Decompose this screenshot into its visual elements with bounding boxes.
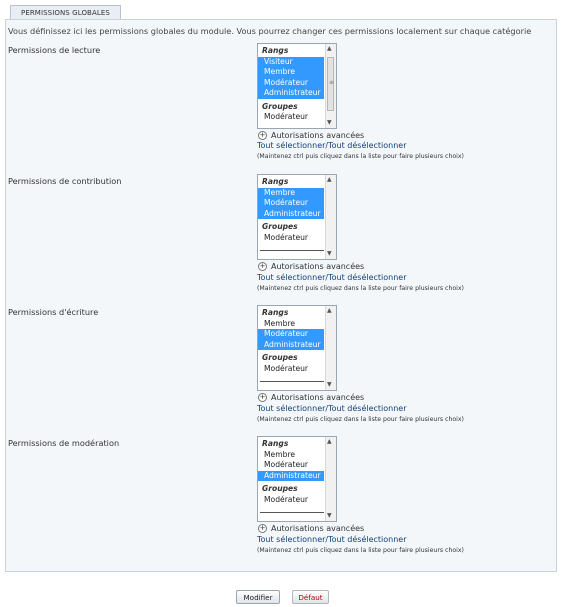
select-all-link[interactable]: Tout sélectionner/Tout désélectionner [257, 273, 407, 282]
fieldset-legend: PERMISSIONS GLOBALES [10, 5, 121, 20]
permissions-listbox[interactable]: Rangs Visiteur Membre Modérateur Administrat… [257, 43, 337, 129]
select-all-link[interactable]: Tout sélectionner/Tout désélectionner [257, 404, 407, 413]
scroll-down-icon[interactable]: ▼ [327, 382, 332, 388]
scroll-up-icon[interactable]: ▲ [327, 439, 332, 445]
rank-option[interactable]: Modérateur [258, 77, 324, 88]
advanced-permissions-label: Autorisations avancées [271, 524, 365, 533]
listbox-scrollbar[interactable]: ▲ ▼ ≡ [325, 44, 336, 128]
rank-option[interactable]: Modérateur [258, 329, 324, 340]
rank-option[interactable]: Visiteur [258, 56, 324, 67]
rank-option[interactable]: Membre [258, 187, 324, 198]
listbox-scrollbar[interactable]: ▲ ▼ [325, 306, 336, 390]
advanced-permissions-toggle[interactable]: + Autorisations avancées [258, 131, 364, 140]
permissions-listbox[interactable]: Rangs Membre Modérateur Administrateur Group… [257, 436, 337, 522]
advanced-permissions-toggle[interactable]: + Autorisations avancées [258, 262, 364, 271]
grip-icon: ≡ [329, 79, 335, 86]
plus-circle-icon: + [258, 524, 267, 533]
scroll-down-icon[interactable]: ▼ [327, 120, 332, 126]
advanced-permissions-label: Autorisations avancées [271, 262, 365, 271]
modifier-button[interactable]: Modifier [236, 590, 280, 604]
permissions-listbox[interactable]: Rangs Membre Modérateur Administrateur Group… [257, 174, 337, 260]
multi-select-hint: (Maintenez ctrl puis cliquez dans la lis… [257, 153, 464, 160]
scroll-up-icon[interactable]: ▲ [327, 177, 332, 183]
intro-text: Vous définissez ici les permissions glob… [8, 26, 532, 36]
section-label: Permissions de modération [8, 438, 120, 448]
select-all-link[interactable]: Tout sélectionner/Tout désélectionner [257, 535, 407, 544]
plus-circle-icon: + [258, 262, 267, 271]
rank-option[interactable]: Administrateur [258, 470, 324, 481]
select-all-link[interactable]: Tout sélectionner/Tout désélectionner [257, 141, 407, 150]
section-label: Permissions d'écriture [8, 307, 99, 317]
listbox-scrollbar[interactable]: ▲ ▼ [325, 437, 336, 521]
scroll-down-icon[interactable]: ▼ [327, 513, 332, 519]
scrollbar-thumb[interactable]: ≡ [327, 57, 334, 111]
rank-option[interactable]: Administrateur [258, 208, 324, 219]
advanced-permissions-label: Autorisations avancées [271, 131, 365, 140]
section-label: Permissions de contribution [8, 176, 122, 186]
advanced-permissions-toggle[interactable]: + Autorisations avancées [258, 393, 364, 402]
multi-select-hint: (Maintenez ctrl puis cliquez dans la lis… [257, 416, 464, 423]
rank-option[interactable]: Membre [258, 67, 324, 78]
default-button[interactable]: Défaut [292, 590, 329, 604]
list-separator [260, 381, 324, 382]
multi-select-hint: (Maintenez ctrl puis cliquez dans la lis… [257, 547, 464, 554]
plus-circle-icon: + [258, 131, 267, 140]
listbox-scrollbar[interactable]: ▲ ▼ [325, 175, 336, 259]
list-separator [260, 250, 324, 251]
rank-option[interactable]: Modérateur [258, 198, 324, 209]
scroll-up-icon[interactable]: ▲ [327, 308, 332, 314]
permissions-listbox[interactable]: Rangs Membre Modérateur Administrateur Group… [257, 305, 337, 391]
plus-circle-icon: + [258, 393, 267, 402]
list-separator [260, 512, 324, 513]
multi-select-hint: (Maintenez ctrl puis cliquez dans la lis… [257, 285, 464, 292]
rank-option[interactable]: Administrateur [258, 339, 324, 350]
scroll-up-icon[interactable]: ▲ [327, 46, 332, 52]
advanced-permissions-toggle[interactable]: + Autorisations avancées [258, 524, 364, 533]
scroll-down-icon[interactable]: ▼ [327, 251, 332, 257]
rank-option[interactable]: Administrateur [258, 88, 324, 99]
section-label: Permissions de lecture [8, 45, 101, 55]
advanced-permissions-label: Autorisations avancées [271, 393, 365, 402]
